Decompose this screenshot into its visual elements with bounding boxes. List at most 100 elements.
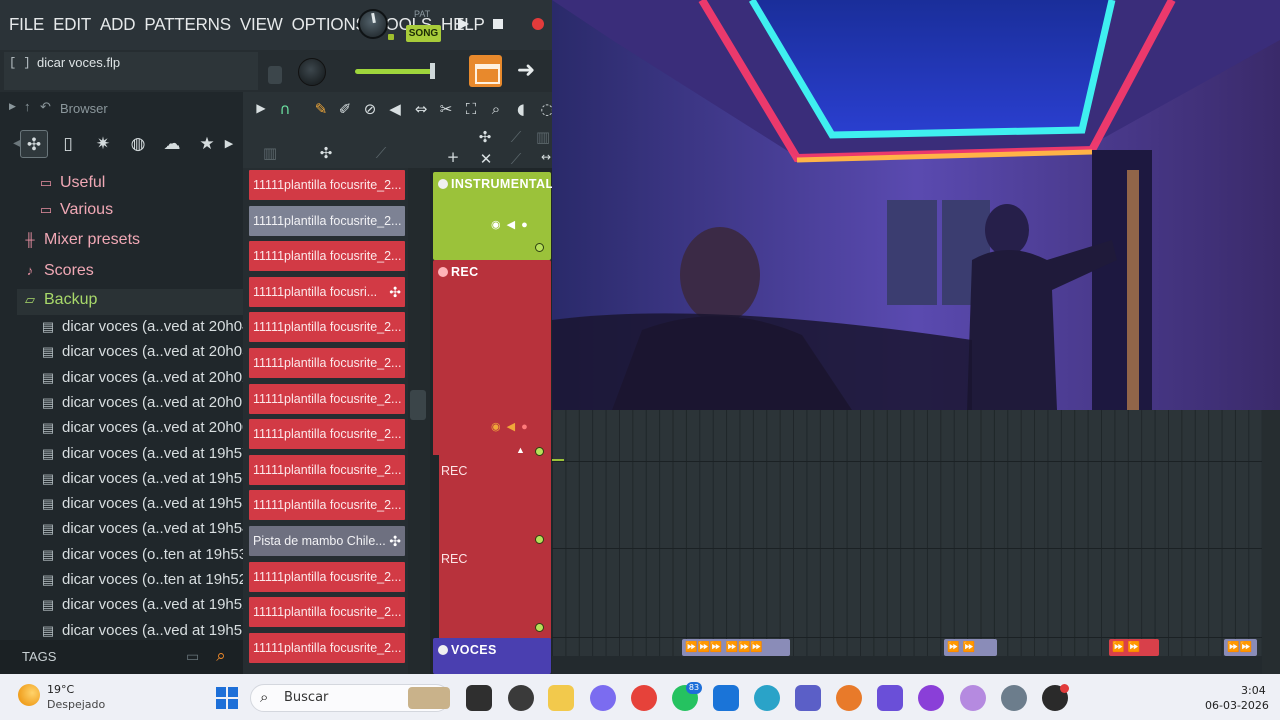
song-mode-button[interactable]: SONG: [406, 25, 441, 42]
solo-icon[interactable]: ●: [521, 219, 528, 231]
track-led[interactable]: [535, 447, 544, 456]
piano-icon[interactable]: ▥: [533, 128, 553, 146]
settings-gear-icon[interactable]: [1001, 685, 1027, 711]
menu-options[interactable]: OPTIONS: [292, 15, 367, 36]
slice-icon[interactable]: ✂: [436, 100, 456, 118]
clip-item[interactable]: 11111plantilla focusrite_2...: [249, 561, 405, 592]
backup-file-item[interactable]: ▤ dicar voces (a..ved at 20h02): [40, 369, 243, 393]
audio-clip-icon[interactable]: ✣: [475, 128, 495, 146]
windows-start-icon[interactable]: [216, 687, 238, 709]
clip-item[interactable]: 11111plantilla focusrite_2...: [249, 383, 405, 414]
delete-icon[interactable]: ⊘: [360, 100, 380, 118]
weather-description[interactable]: Despejado: [47, 698, 105, 711]
slip-icon[interactable]: ⇔: [411, 100, 431, 118]
track-led[interactable]: [535, 243, 544, 252]
fl-studio-icon[interactable]: [836, 685, 862, 711]
voces-clip[interactable]: ⏩⏩⏩ ⏩⏩⏩: [682, 639, 790, 656]
clip-item[interactable]: 11111plantilla focusrite_2...: [249, 205, 405, 236]
backup-file-item[interactable]: ▤ dicar voces (a..ved at 19h55): [40, 495, 243, 519]
paint-icon[interactable]: ✐: [335, 100, 355, 118]
expand-arrow-icon[interactable]: ▶: [9, 101, 16, 112]
track-led[interactable]: [535, 623, 544, 632]
clock-date[interactable]: 06-03-2026: [1205, 699, 1269, 712]
mute-icon[interactable]: ◀: [385, 100, 405, 118]
piano-icon[interactable]: ▥: [260, 144, 280, 162]
backup-file-item[interactable]: ▤ dicar voces (a..ved at 20h01): [40, 394, 243, 418]
waveform-icon[interactable]: ✣: [20, 130, 48, 158]
backup-file-item[interactable]: ▤ dicar voces (a..ved at 19h56): [40, 470, 243, 494]
plugin-icon[interactable]: ✷: [89, 130, 117, 158]
clip-item[interactable]: 11111plantilla focusrite_2...: [249, 454, 405, 485]
clip-item[interactable]: 11111plantilla focusrite_2...: [249, 419, 405, 450]
pat-label[interactable]: PAT: [414, 9, 430, 19]
clip-item[interactable]: 11111plantilla focusrite_2...: [249, 348, 405, 378]
tree-item-various[interactable]: ▭ Various: [38, 201, 113, 225]
collapse-arrow-icon[interactable]: ▲: [516, 445, 525, 455]
backup-file-item[interactable]: ▤ dicar voces (o..ten at 19h52): [40, 571, 243, 595]
clip-item[interactable]: 11111plantilla focusrite_2...: [249, 312, 405, 343]
playlist-grid[interactable]: [552, 410, 1280, 674]
clip-item[interactable]: 11111plantilla focusrite_2...: [249, 170, 405, 200]
pitch-knob[interactable]: [298, 58, 326, 86]
cloud-icon[interactable]: ☁: [158, 130, 186, 158]
app-icon[interactable]: [960, 685, 986, 711]
search-icon[interactable]: ⌕: [210, 646, 232, 668]
backup-file-item[interactable]: ▤ dicar voces (a..ved at 20h00): [40, 419, 243, 443]
menu-file[interactable]: FILE: [9, 15, 44, 36]
track-voces[interactable]: VOCES: [433, 638, 551, 674]
backup-file-item[interactable]: ▤ dicar voces (a..ved at 19h57): [40, 445, 243, 469]
monitor-icon[interactable]: ◉: [491, 421, 501, 433]
speaker-icon[interactable]: ◀: [507, 421, 515, 433]
audio-clip-icon[interactable]: ✣: [316, 144, 336, 162]
teams-icon[interactable]: [795, 685, 821, 711]
copilot-icon[interactable]: [590, 685, 616, 711]
document-icon[interactable]: ▯: [54, 130, 82, 158]
track-rec[interactable]: REC ◉ ◀ ● ▲: [433, 260, 551, 640]
automation-icon[interactable]: ⟋: [506, 150, 526, 168]
voces-clip[interactable]: ⏩ ⏩: [944, 639, 997, 656]
magnet-icon[interactable]: ∩: [275, 100, 295, 118]
master-volume-thumb[interactable]: [430, 63, 435, 79]
backup-file-item[interactable]: ▤ dicar voces (a..ved at 19h52): [40, 596, 243, 620]
automation-icon[interactable]: ⟋: [371, 144, 391, 162]
outlook-icon[interactable]: [713, 685, 739, 711]
app-icon[interactable]: [877, 685, 903, 711]
play-button[interactable]: [448, 10, 478, 38]
task-view-icon[interactable]: [466, 685, 492, 711]
clip-item[interactable]: 11111plantilla focusrite_2...: [249, 241, 405, 272]
zoom-icon[interactable]: ⌕: [486, 100, 506, 118]
select-icon[interactable]: ⛶: [461, 100, 481, 118]
backup-file-item[interactable]: ▤ dicar voces (a..ved at 20h03): [40, 343, 243, 367]
folder-icon[interactable]: ▭: [186, 649, 199, 665]
automation-icon[interactable]: ⟋: [506, 128, 526, 146]
close-icon[interactable]: ✕: [476, 150, 496, 168]
record-button[interactable]: [524, 10, 554, 38]
stop-button[interactable]: [484, 10, 514, 38]
arrow-up-icon[interactable]: ↑: [24, 99, 31, 114]
clip-item[interactable]: 11111plantilla focusri... ✣: [249, 276, 405, 307]
weather-sun-icon[interactable]: [18, 684, 40, 706]
clock-time[interactable]: 3:04: [1241, 684, 1266, 697]
weather-temperature[interactable]: 19°C: [47, 683, 74, 696]
clip-list-scrollbar[interactable]: [408, 168, 430, 674]
edge-icon[interactable]: [754, 685, 780, 711]
speaker-icon[interactable]: ◖: [511, 100, 531, 118]
menu-patterns[interactable]: PATTERNS: [144, 15, 231, 36]
backup-file-item[interactable]: ▤ dicar voces (a..ved at 19h51): [40, 622, 243, 638]
tree-item-useful[interactable]: ▭ Useful: [38, 174, 106, 198]
tree-item-mixer-presets[interactable]: ╫ Mixer presets: [22, 231, 140, 255]
globe-icon[interactable]: ◍: [124, 130, 152, 158]
scroll-right-icon[interactable]: ▶: [215, 130, 243, 158]
pattern-picker-icon[interactable]: [469, 55, 502, 87]
undo-icon[interactable]: ↶: [40, 99, 51, 115]
chrome-icon[interactable]: [631, 685, 657, 711]
monitor-icon[interactable]: ◉: [491, 219, 501, 231]
arrow-right-icon[interactable]: ➜: [512, 57, 540, 85]
menu-view[interactable]: VIEW: [240, 15, 283, 36]
speaker-icon[interactable]: ◀: [507, 219, 515, 231]
backup-file-item[interactable]: ▤ dicar voces (a..ved at 19h54): [40, 520, 243, 544]
track-led[interactable]: [535, 535, 544, 544]
play-arrow-icon[interactable]: ▶: [251, 101, 271, 115]
tree-item-backup[interactable]: ▱ Backup: [17, 289, 243, 315]
clip-list-scroll-thumb[interactable]: [410, 390, 426, 420]
